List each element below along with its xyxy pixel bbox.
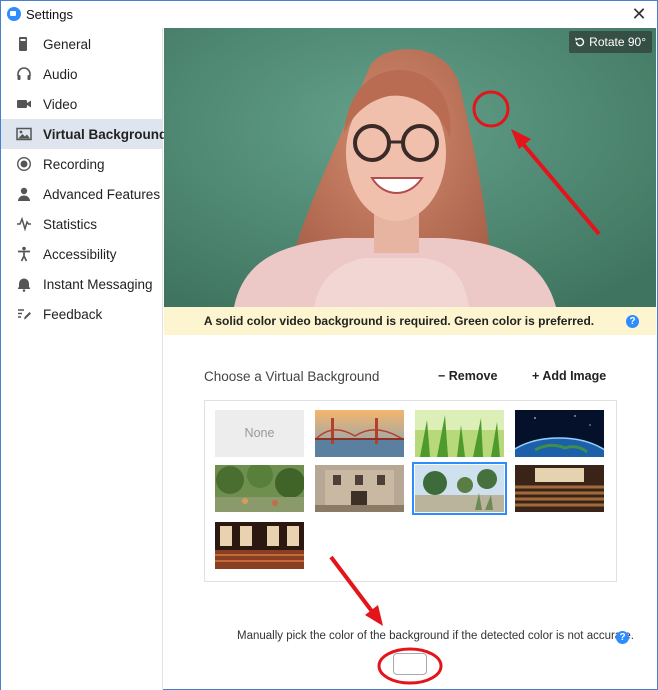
choose-background-title: Choose a Virtual Background — [204, 369, 380, 384]
background-thumb-earth[interactable] — [515, 410, 604, 457]
sidebar-item-label: General — [43, 37, 92, 52]
background-gallery: None — [204, 400, 617, 582]
sidebar-item-audio[interactable]: Audio — [1, 59, 162, 89]
library-image — [215, 522, 304, 569]
golden-gate-image — [315, 410, 404, 457]
cactus-garden-image — [415, 465, 504, 512]
sidebar-item-video[interactable]: Video — [1, 89, 162, 119]
headphones-icon — [17, 67, 31, 80]
background-thumb-golden-gate[interactable] — [315, 410, 404, 457]
sidebar-item-general[interactable]: General — [1, 29, 162, 59]
green-screen-notice: A solid color video background is requir… — [164, 307, 656, 335]
sidebar-item-accessibility[interactable]: Accessibility — [1, 239, 162, 269]
pencil-icon — [18, 309, 31, 320]
background-thumb-cactus-garden[interactable] — [412, 462, 507, 515]
close-button[interactable]: ✕ — [629, 4, 649, 24]
add-image-button[interactable]: + Add Image — [532, 369, 606, 383]
general-icon — [19, 37, 27, 51]
background-color-picker[interactable] — [393, 653, 427, 675]
sidebar-item-statistics[interactable]: Statistics — [1, 209, 162, 239]
titlebar: Settings ✕ — [1, 1, 657, 28]
record-icon — [16, 156, 32, 172]
camera-preview: Rotate 90° — [164, 28, 656, 307]
minus-icon: − — [438, 369, 449, 383]
sidebar-item-label: Feedback — [43, 307, 103, 322]
camera-icon — [17, 100, 31, 108]
background-thumb-library[interactable] — [215, 522, 304, 569]
annotation-arrowhead-bottom — [365, 605, 383, 626]
sidebar-item-label: Virtual Background — [43, 127, 168, 142]
background-thumb-building[interactable] — [315, 465, 404, 512]
help-icon[interactable]: ? — [626, 315, 639, 328]
rotate-label: Rotate 90° — [589, 35, 646, 49]
sidebar-item-label: Accessibility — [43, 247, 117, 262]
add-label: Add Image — [542, 369, 607, 383]
image-icon — [16, 127, 32, 141]
sidebar-item-label: Instant Messaging — [43, 277, 153, 292]
sidebar-item-label: Video — [43, 97, 78, 112]
sidebar-item-label: Statistics — [43, 217, 98, 232]
stone-building-image — [315, 465, 404, 512]
plus-icon: + — [532, 369, 543, 383]
sidebar-item-feedback[interactable]: Feedback — [1, 299, 162, 329]
earth-space-image — [515, 410, 604, 457]
sidebar-item-recording[interactable]: Recording — [1, 149, 162, 179]
sidebar-item-advanced-features[interactable]: Advanced Features — [1, 179, 162, 209]
garden-image — [215, 465, 304, 512]
accessibility-icon — [18, 246, 30, 262]
manual-help-icon[interactable]: ? — [616, 631, 629, 644]
settings-window: Settings ✕ General Audio Video Virtual B… — [0, 0, 658, 690]
remove-label: Remove — [448, 369, 498, 383]
sidebar-item-label: Advanced Features — [43, 187, 161, 202]
background-thumb-none[interactable]: None — [215, 410, 304, 457]
notice-text: A solid color video background is requir… — [203, 314, 595, 328]
sidebar-item-virtual-background[interactable]: Virtual Background — [1, 119, 167, 149]
sidebar-item-label: Audio — [43, 67, 78, 82]
remove-button[interactable]: − Remove — [438, 369, 497, 383]
pulse-icon — [17, 216, 31, 232]
sidebar-item-instant-messaging[interactable]: Instant Messaging — [1, 269, 162, 299]
rotate-90-button[interactable]: Rotate 90° — [569, 31, 652, 53]
background-thumb-grass[interactable] — [415, 410, 504, 457]
background-thumb-garden[interactable] — [215, 465, 304, 512]
grass-image — [415, 410, 504, 457]
window-title: Settings — [26, 7, 73, 22]
camera-feed-image — [164, 28, 656, 307]
bell-icon — [18, 278, 30, 292]
background-thumb-auditorium[interactable] — [515, 465, 604, 512]
auditorium-image — [515, 465, 604, 512]
sidebar: General Audio Video Virtual Background R… — [1, 28, 167, 690]
user-icon — [18, 187, 30, 201]
zoom-logo-icon — [7, 7, 21, 21]
rotate-icon — [575, 37, 585, 47]
manual-color-text: Manually pick the color of the backgroun… — [237, 630, 634, 642]
sidebar-item-label: Recording — [43, 157, 105, 172]
